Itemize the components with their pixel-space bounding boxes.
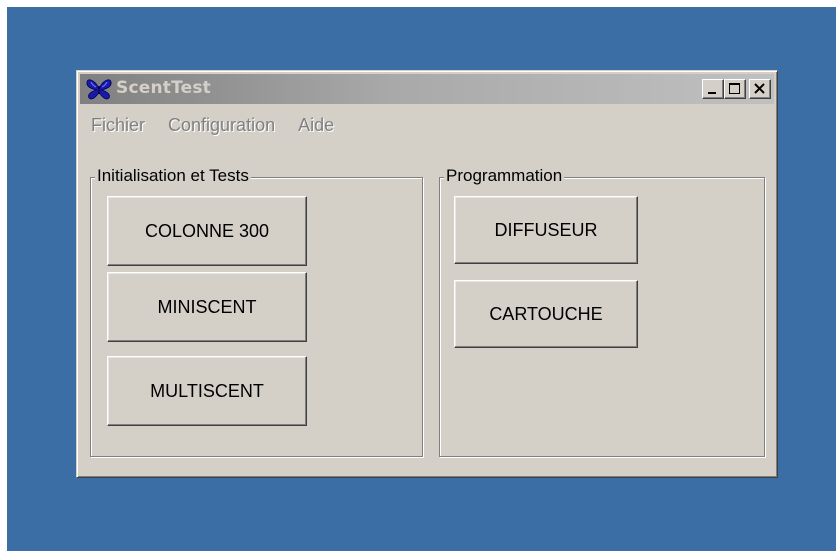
minimize-button[interactable] — [702, 79, 724, 99]
multiscent-button[interactable]: MULTISCENT — [107, 356, 307, 426]
group-initialisation-tests-label: Initialisation et Tests — [95, 166, 251, 186]
menu-fichier[interactable]: Fichier — [91, 115, 145, 136]
maximize-button[interactable] — [724, 79, 746, 99]
menu-configuration[interactable]: Configuration — [168, 115, 275, 136]
colonne-300-button[interactable]: COLONNE 300 — [107, 196, 307, 266]
close-icon — [754, 83, 765, 94]
window-title: ScentTest — [116, 78, 211, 98]
butterfly-icon[interactable] — [86, 77, 112, 101]
miniscent-button[interactable]: MINISCENT — [107, 272, 307, 342]
close-button[interactable] — [749, 79, 771, 99]
minimize-icon — [708, 92, 716, 94]
group-programmation-label: Programmation — [444, 166, 565, 186]
maximize-icon — [729, 83, 740, 94]
menu-aide[interactable]: Aide — [298, 115, 334, 136]
group-initialisation-tests: Initialisation et Tests COLONNE 300 MINI… — [90, 166, 423, 457]
diffuseur-button[interactable]: DIFFUSEUR — [454, 196, 638, 264]
menu-bar: Fichier Configuration Aide — [81, 115, 347, 139]
group-programmation: Programmation DIFFUSEUR CARTOUCHE — [439, 166, 765, 457]
cartouche-button[interactable]: CARTOUCHE — [454, 280, 638, 348]
title-bar[interactable]: ScentTest — [80, 74, 774, 104]
app-window: ScentTest Fichier Configuration Aide Initi… — [76, 70, 778, 478]
